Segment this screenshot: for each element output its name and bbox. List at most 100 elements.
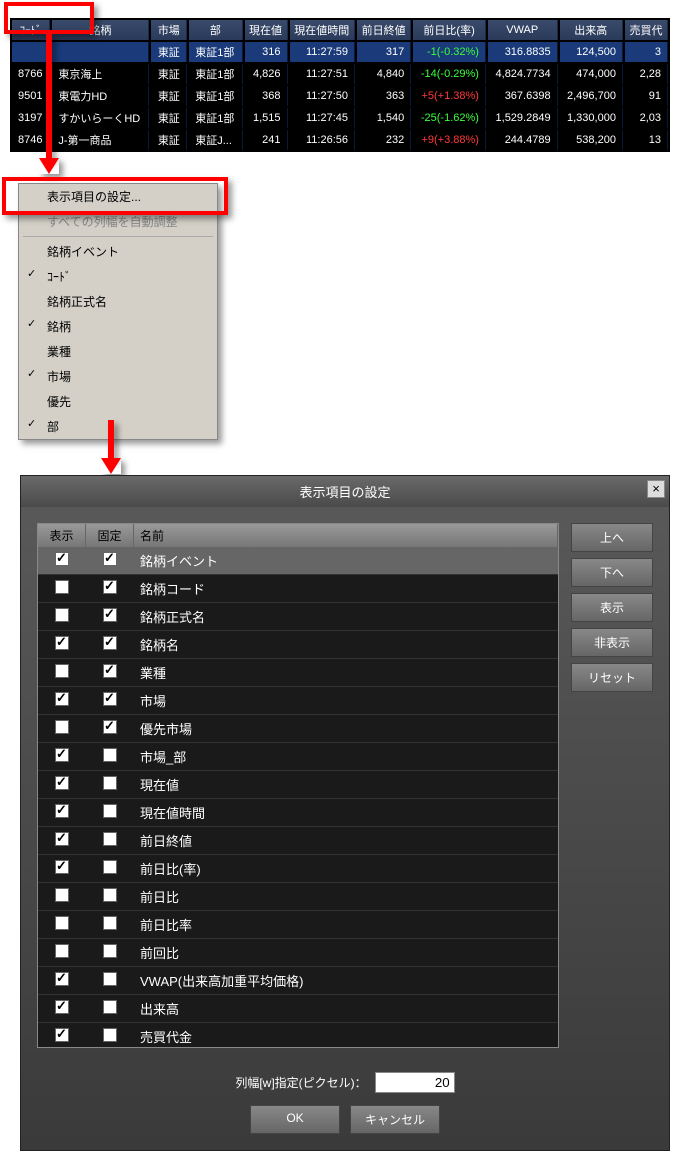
header-show[interactable]: 表示	[38, 524, 86, 547]
show-checkbox[interactable]	[55, 1000, 69, 1014]
show-checkbox[interactable]	[55, 944, 69, 958]
menu-item[interactable]: 銘柄イベント	[19, 239, 217, 264]
column-row[interactable]: 優先市場	[38, 715, 558, 743]
menu-item[interactable]: 部	[19, 414, 217, 439]
fix-checkbox[interactable]	[103, 692, 117, 706]
column-name: 現在値時間	[134, 799, 558, 826]
menu-item[interactable]: 市場	[19, 364, 217, 389]
col-header[interactable]: 出来高	[560, 20, 623, 40]
fix-checkbox[interactable]	[103, 748, 117, 762]
fix-checkbox[interactable]	[103, 972, 117, 986]
column-row[interactable]: 市場	[38, 687, 558, 715]
column-row[interactable]: 前日終値	[38, 827, 558, 855]
show-checkbox[interactable]	[55, 1028, 69, 1042]
dialog-title: 表示項目の設定	[299, 485, 390, 500]
show-checkbox[interactable]	[55, 804, 69, 818]
column-name: 銘柄正式名	[134, 603, 558, 630]
columns-list[interactable]: 銘柄イベント銘柄コード銘柄正式名銘柄名業種市場優先市場市場_部現在値現在値時間前…	[38, 547, 558, 1047]
column-row[interactable]: 現在値時間	[38, 799, 558, 827]
show-checkbox[interactable]	[55, 664, 69, 678]
fix-checkbox[interactable]	[103, 580, 117, 594]
column-row[interactable]: 出来高	[38, 995, 558, 1023]
menu-separator	[23, 236, 213, 237]
column-row[interactable]: 現在値	[38, 771, 558, 799]
down-button[interactable]: 下へ	[571, 558, 653, 587]
column-row[interactable]: 前回比	[38, 939, 558, 967]
fix-checkbox[interactable]	[103, 1000, 117, 1014]
show-checkbox[interactable]	[55, 608, 69, 622]
width-input[interactable]	[375, 1072, 455, 1093]
menu-item[interactable]: 銘柄正式名	[19, 289, 217, 314]
fix-checkbox[interactable]	[103, 944, 117, 958]
context-menu[interactable]: 表示項目の設定... すべての列幅を自動調整 銘柄イベントｺｰﾄﾞ銘柄正式名銘柄…	[18, 183, 218, 440]
up-button[interactable]: 上へ	[571, 523, 653, 552]
show-checkbox[interactable]	[55, 972, 69, 986]
col-header[interactable]: 市場	[151, 20, 187, 40]
fix-checkbox[interactable]	[103, 608, 117, 622]
show-button[interactable]: 表示	[571, 593, 653, 622]
column-row[interactable]: 前日比(率)	[38, 855, 558, 883]
close-icon[interactable]: ×	[647, 480, 665, 498]
menu-item[interactable]: 優先	[19, 389, 217, 414]
show-checkbox[interactable]	[55, 776, 69, 790]
column-name: 前日比(率)	[134, 855, 558, 882]
cancel-button[interactable]: キャンセル	[350, 1105, 440, 1134]
stock-row[interactable]: 8746J-第一商品東証東証J...24111:26:56232+9(+3.88…	[12, 130, 668, 150]
ok-button[interactable]: OK	[250, 1105, 340, 1134]
column-row[interactable]: 銘柄コード	[38, 575, 558, 603]
column-row[interactable]: 銘柄正式名	[38, 603, 558, 631]
col-header[interactable]: VWAP	[488, 20, 558, 40]
column-row[interactable]: 前日比	[38, 883, 558, 911]
fix-checkbox[interactable]	[103, 916, 117, 930]
column-row[interactable]: 売買代金	[38, 1023, 558, 1047]
column-name: 銘柄名	[134, 631, 558, 658]
column-row[interactable]: 銘柄名	[38, 631, 558, 659]
show-checkbox[interactable]	[55, 580, 69, 594]
fix-checkbox[interactable]	[103, 552, 117, 566]
col-header[interactable]: 部	[189, 20, 242, 40]
show-checkbox[interactable]	[55, 888, 69, 902]
stock-row[interactable]: 9501東電力HD東証東証1部36811:27:50363+5(+1.38%)3…	[12, 86, 668, 106]
fix-checkbox[interactable]	[103, 888, 117, 902]
fix-checkbox[interactable]	[103, 832, 117, 846]
column-row[interactable]: 業種	[38, 659, 558, 687]
show-checkbox[interactable]	[55, 720, 69, 734]
col-header[interactable]: 前日比(率)	[413, 20, 486, 40]
columns-table: 表示 固定 名前 銘柄イベント銘柄コード銘柄正式名銘柄名業種市場優先市場市場_部…	[37, 523, 559, 1048]
column-row[interactable]: 銘柄イベント	[38, 547, 558, 575]
reset-button[interactable]: リセット	[571, 663, 653, 692]
fix-checkbox[interactable]	[103, 1028, 117, 1042]
col-header[interactable]: 前日終値	[357, 20, 411, 40]
column-row[interactable]: VWAP(出来高加重平均価格)	[38, 967, 558, 995]
column-row[interactable]: 市場_部	[38, 743, 558, 771]
col-header[interactable]: 現在値	[245, 20, 288, 40]
show-checkbox[interactable]	[55, 692, 69, 706]
stock-row[interactable]: 8766東京海上東証東証1部4,82611:27:514,840-14(-0.2…	[12, 64, 668, 84]
col-header[interactable]: 現在値時間	[290, 20, 355, 40]
header-name[interactable]: 名前	[134, 524, 558, 547]
col-header[interactable]: 売買代	[625, 20, 668, 40]
stock-grid[interactable]: ｺｰﾄﾞ銘柄市場部現在値現在値時間前日終値前日比(率)VWAP出来高売買代 東証…	[10, 18, 670, 152]
show-checkbox[interactable]	[55, 860, 69, 874]
fix-checkbox[interactable]	[103, 804, 117, 818]
columns-header: 表示 固定 名前	[38, 524, 558, 547]
menu-item[interactable]: ｺｰﾄﾞ	[19, 264, 217, 289]
show-checkbox[interactable]	[55, 916, 69, 930]
fix-checkbox[interactable]	[103, 776, 117, 790]
show-checkbox[interactable]	[55, 552, 69, 566]
stock-row[interactable]: 3197すかいらーくHD東証東証1部1,51511:27:451,540-25(…	[12, 108, 668, 128]
arrow-1-line	[46, 34, 52, 160]
column-row[interactable]: 前日比率	[38, 911, 558, 939]
menu-item[interactable]: 銘柄	[19, 314, 217, 339]
fix-checkbox[interactable]	[103, 636, 117, 650]
fix-checkbox[interactable]	[103, 860, 117, 874]
hide-button[interactable]: 非表示	[571, 628, 653, 657]
show-checkbox[interactable]	[55, 832, 69, 846]
show-checkbox[interactable]	[55, 636, 69, 650]
stock-row[interactable]: 東証東証1部31611:27:59317-1(-0.32%)316.883512…	[12, 42, 668, 62]
fix-checkbox[interactable]	[103, 720, 117, 734]
menu-item[interactable]: 業種	[19, 339, 217, 364]
header-fix[interactable]: 固定	[86, 524, 134, 547]
show-checkbox[interactable]	[55, 748, 69, 762]
fix-checkbox[interactable]	[103, 664, 117, 678]
